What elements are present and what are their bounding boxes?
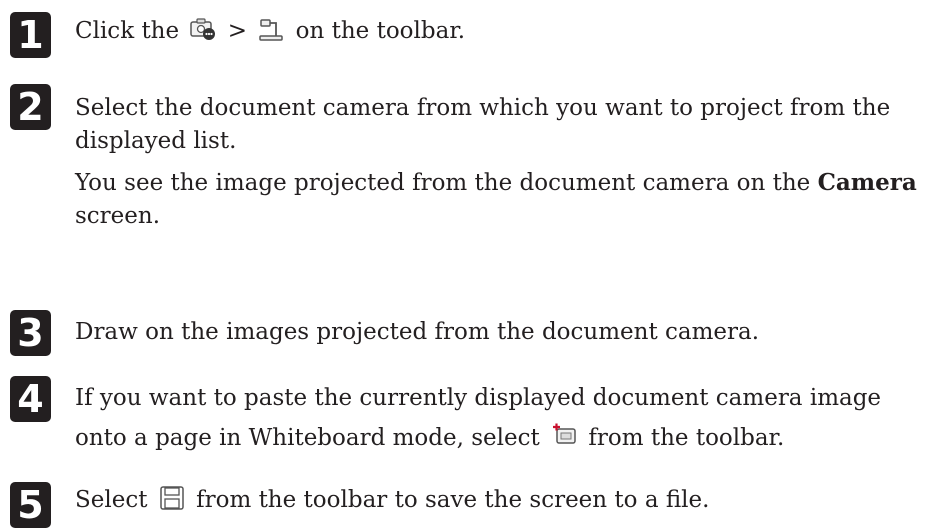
step-2-line-1: Select the document camera from which yo… — [75, 95, 891, 154]
step-2-line-2: You see the image projected from the doc… — [75, 166, 935, 233]
step-2-line-2-before: You see the image projected from the doc… — [75, 170, 811, 196]
step-number-badge: 1 — [10, 12, 51, 58]
camera-toolbox-icon — [190, 16, 216, 42]
step-4-text: If you want to paste the currently displ… — [75, 378, 935, 458]
step-1-text-before: Click the — [75, 18, 180, 44]
save-icon — [159, 485, 185, 511]
step-3-text: Draw on the images projected from the do… — [75, 319, 760, 345]
camera-screen-name: Camera — [817, 169, 917, 196]
step-5-text-before: Select — [75, 487, 148, 513]
step-2-text: Select the document camera from which yo… — [75, 92, 935, 233]
step-5-text: Select from the toolbar to save the scre… — [75, 484, 935, 517]
step-number-badge: 4 — [10, 376, 51, 422]
step-2-line-2-after: screen. — [75, 203, 161, 229]
separator-symbol: > — [227, 18, 248, 44]
document-camera-icon — [258, 16, 284, 42]
step-1-text-after: on the toolbar. — [295, 18, 466, 44]
step-number-badge: 3 — [10, 310, 51, 356]
step-4-text-after: from the toolbar. — [588, 425, 785, 451]
step-1-text: Click the > on the toolbar. — [75, 15, 935, 48]
step-number-badge: 5 — [10, 482, 51, 528]
step-number-badge: 2 — [10, 84, 51, 130]
paste-image-icon — [551, 423, 577, 449]
step-5-text-after: from the toolbar to save the screen to a… — [196, 487, 710, 513]
